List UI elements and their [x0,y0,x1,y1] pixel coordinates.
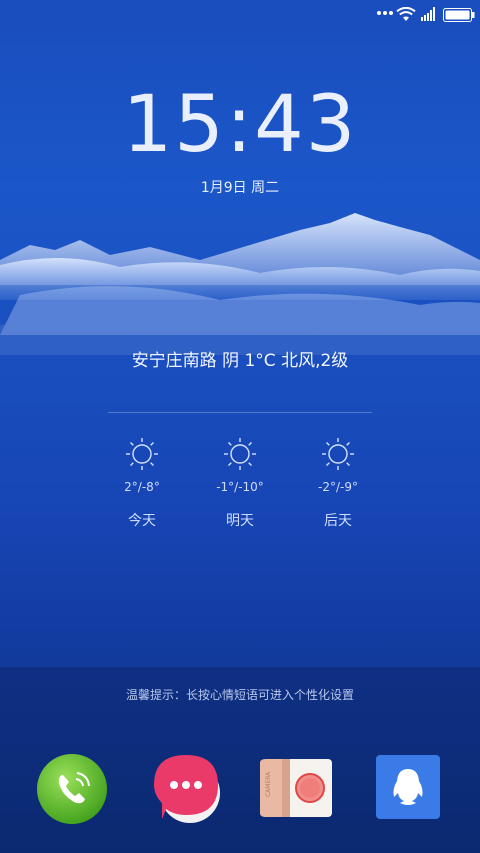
camera-app-icon[interactable]: CAMERA [258,757,334,819]
wifi-icon [396,7,416,21]
messages-app-icon[interactable] [148,749,224,829]
sun-icon [224,438,256,470]
mountain-background [0,213,480,355]
sun-icon [322,438,354,470]
forecast-label: 明天 [226,513,254,529]
svg-text:CAMERA: CAMERA [265,771,272,797]
clock-time: 15:43 [122,80,358,170]
hint-bar: 温馨提示：长按心情短语可进入个性化设置 [0,667,480,723]
dots-icon [377,11,393,15]
forecast-day: -1°/-10° 明天 [190,436,290,530]
forecast-label: 后天 [324,513,352,529]
sun-icon [126,438,158,470]
signal-icon [421,7,435,21]
forecast-day: 2°/-8° 今天 [92,436,192,530]
current-weather[interactable]: 安宁庄南路 阴 1°C 北风,2级 [0,346,480,371]
date: 1月9日 周二 [200,180,280,196]
battery-icon [443,8,475,22]
qq-app-icon[interactable] [376,755,440,819]
divider [108,412,372,413]
forecast-label: 今天 [128,513,156,529]
forecast-temp: -1°/-10° [216,480,264,494]
forecast-temp: 2°/-8° [124,480,160,494]
forecast-day: -2°/-9° 后天 [288,436,388,530]
forecast-temp: -2°/-9° [318,480,358,494]
dock: CAMERA [0,723,480,853]
forecast: 2°/-8° 今天 -1°/-10° 明天 -2°/-9° 后天 [0,436,480,556]
clock: 15:43 [0,80,480,170]
status-bar [0,0,480,28]
phone-app-icon[interactable] [36,753,108,825]
